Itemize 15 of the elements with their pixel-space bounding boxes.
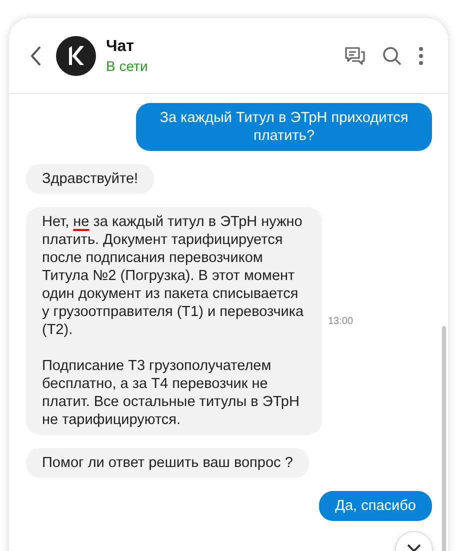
online-status: В сети bbox=[106, 58, 149, 74]
chevron-down-icon bbox=[407, 544, 421, 551]
sent-message: Да, спасибо bbox=[319, 491, 432, 521]
chat-bubbles-icon[interactable] bbox=[344, 46, 366, 66]
more-icon[interactable] bbox=[418, 46, 424, 66]
received-message: Нет, не за каждый титул в ЭТрН нужно платить. Документ тарифицируется после подписания перевозчиком Титула №2 (Погрузка). В этот момент один документ из пакета списывается у грузоотправителя (Т1) и перевозчика (Т2). Подписание Т3 грузополучателем бесплатно, а за Т4 перевозчик не платит. Все остальные титулы в ЭТрН не тарифицируются. bbox=[26, 207, 322, 435]
message-time: 13:00 bbox=[328, 316, 354, 326]
scrollbar[interactable] bbox=[442, 326, 446, 551]
logo-icon bbox=[56, 36, 96, 76]
chat-title: Чат bbox=[106, 38, 135, 56]
search-icon[interactable] bbox=[382, 46, 402, 66]
received-message: Здравствуйте! bbox=[26, 164, 154, 194]
sent-message: За каждый Титул в ЭТрН приходится платить? bbox=[136, 103, 432, 151]
received-message: Помог ли ответ решить ваш вопрос ? bbox=[26, 448, 309, 478]
back-icon[interactable] bbox=[30, 44, 42, 66]
